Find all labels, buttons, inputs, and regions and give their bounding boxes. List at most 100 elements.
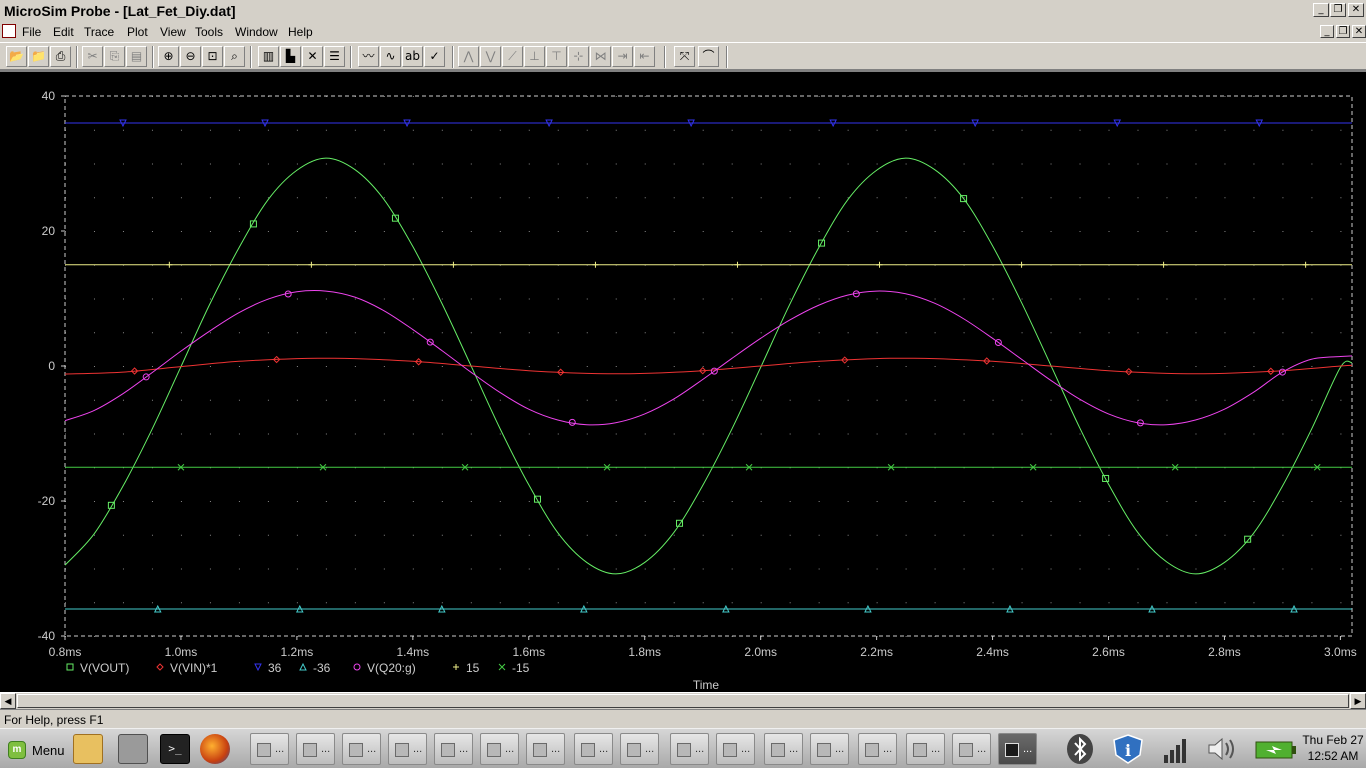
log-y-axis-icon[interactable]: ☰ [324, 46, 345, 67]
grid-dot [267, 129, 269, 131]
cursor-search-icon[interactable]: ⋈ [590, 46, 611, 67]
eval-goal-function-icon[interactable]: ∿ [380, 46, 401, 67]
grid-dot [1021, 501, 1023, 502]
scroll-left-icon[interactable]: ◀ [0, 693, 16, 709]
doc-restore-icon[interactable]: ❐ [1336, 25, 1350, 38]
grid-dot [934, 433, 936, 435]
grid-dot [731, 366, 733, 367]
volume-icon[interactable] [1205, 733, 1241, 765]
close-icon[interactable]: ✕ [1348, 3, 1364, 17]
zoom-out-icon[interactable]: ⊖ [180, 46, 201, 67]
grid-dot [992, 298, 994, 300]
append-file-icon[interactable]: 📁 [28, 46, 49, 67]
plot-window[interactable]: 40 20 0 -20 -40 0.8ms 1.0ms 1.2ms 1.4ms 1.6ms 1.8m… [0, 70, 1366, 692]
taskbar-window-button[interactable]: ... [620, 733, 659, 765]
cut-icon[interactable]: ✂ [82, 46, 103, 67]
waveform-plot[interactable]: 40 20 0 -20 -40 0.8ms 1.0ms 1.2ms 1.4ms 1.6ms 1.8m… [0, 72, 1366, 692]
mark-label-icon[interactable]: ✓ [424, 46, 445, 67]
menu-edit[interactable]: Edit [53, 25, 74, 39]
menu-help[interactable]: Help [288, 25, 313, 39]
clock[interactable]: Thu Feb 27 12:52 AM [1300, 732, 1366, 766]
battery-icon[interactable] [1254, 733, 1298, 765]
window-app-icon [677, 743, 691, 757]
taskbar-window-button[interactable]: ... [998, 733, 1037, 765]
taskbar-window-button[interactable]: ... [716, 733, 755, 765]
grid-dot [441, 332, 443, 334]
toggle-cursor-icon[interactable]: ⌒ [698, 46, 719, 67]
zoom-fit-icon[interactable]: ⌕ [224, 46, 245, 67]
menu-file[interactable]: File [22, 25, 41, 39]
doc-close-icon[interactable]: ✕ [1352, 25, 1366, 38]
taskbar-window-button[interactable]: ... [526, 733, 565, 765]
taskbar-window-button[interactable]: ... [670, 733, 709, 765]
cursor-peak-icon[interactable]: ⋀ [458, 46, 479, 67]
grid-dot [1050, 568, 1052, 570]
menu-view[interactable]: View [160, 25, 186, 39]
next-transition-icon[interactable]: ⇥ [612, 46, 633, 67]
paste-icon[interactable]: ▤ [126, 46, 147, 67]
log-x-axis-icon[interactable]: ▥ [258, 46, 279, 67]
menu-plot[interactable]: Plot [127, 25, 148, 39]
fourier-icon[interactable]: ▙ [280, 46, 301, 67]
taskbar-window-button[interactable]: ... [764, 733, 803, 765]
taskbar-window-button[interactable]: ... [810, 733, 849, 765]
grid-dot [1166, 399, 1168, 401]
data-point-marker [166, 261, 173, 268]
network-signal-icon[interactable] [1160, 733, 1196, 765]
restore-icon[interactable]: ❐ [1330, 3, 1346, 17]
horizontal-scrollbar[interactable]: ◀ ▶ [0, 692, 1366, 709]
taskbar-window-button[interactable]: ... [388, 733, 427, 765]
taskbar-window-button[interactable]: ... [574, 733, 613, 765]
scroll-thumb[interactable] [17, 694, 1349, 708]
menu-window[interactable]: Window [235, 25, 278, 39]
start-menu-button[interactable]: m Menu [2, 733, 68, 765]
taskbar-window-button[interactable]: ... [906, 733, 945, 765]
zoom-in-icon[interactable]: ⊕ [158, 46, 179, 67]
zoom-area-icon[interactable]: ⊡ [202, 46, 223, 67]
grid-dot [934, 501, 936, 502]
terminal-icon[interactable]: >_ [160, 734, 190, 764]
taskbar-window-button[interactable]: ... [858, 733, 897, 765]
menu-tools[interactable]: Tools [195, 25, 223, 39]
show-desktop-icon[interactable] [73, 734, 103, 764]
grid-dot [847, 366, 849, 367]
taskbar-window-button[interactable]: ... [434, 733, 473, 765]
copy-icon[interactable]: ⎘ [104, 46, 125, 67]
menu-trace[interactable]: Trace [84, 25, 114, 39]
doc-minimize-icon[interactable]: _ [1320, 25, 1334, 38]
taskbar-window-button[interactable]: ... [342, 733, 381, 765]
taskbar-window-button[interactable]: ... [480, 733, 519, 765]
previous-transition-icon[interactable]: ⇤ [634, 46, 655, 67]
taskbar-window-button[interactable]: ... [296, 733, 335, 765]
grid-dot [151, 197, 153, 199]
cursor-max-icon[interactable]: ⊤ [546, 46, 567, 67]
grid-dot [267, 231, 269, 232]
cursor-point-icon[interactable]: ⊹ [568, 46, 589, 67]
grid-dot [615, 501, 617, 502]
mark-data-points-icon[interactable]: ⤧ [674, 46, 695, 67]
probe-app-icon[interactable] [2, 24, 16, 38]
file-manager-icon[interactable] [118, 734, 148, 764]
plot-frame [64, 95, 1353, 637]
minimize-icon[interactable]: _ [1313, 3, 1329, 17]
grid-dot [1340, 399, 1342, 401]
taskbar-window-button[interactable]: ... [250, 733, 289, 765]
taskbar-window-button[interactable]: ... [952, 733, 991, 765]
info-shield-icon[interactable]: i [1110, 733, 1146, 765]
cursor-slope-icon[interactable]: ⟋ [502, 46, 523, 67]
cursor-min-icon[interactable]: ⊥ [524, 46, 545, 67]
grid-dot [789, 163, 791, 165]
cursor-trough-icon[interactable]: ⋁ [480, 46, 501, 67]
grid-dot [528, 602, 530, 604]
add-trace-icon[interactable]: 〰 [358, 46, 379, 67]
performance-analysis-icon[interactable]: ✕ [302, 46, 323, 67]
scroll-right-icon[interactable]: ▶ [1350, 693, 1366, 709]
grid-dot [760, 231, 762, 232]
bluetooth-icon[interactable] [1062, 733, 1098, 765]
grid-dot [325, 433, 327, 435]
grid-dot [1253, 129, 1255, 131]
print-icon[interactable]: ⎙ [50, 46, 71, 67]
text-label-icon[interactable]: ab [402, 46, 423, 67]
firefox-icon[interactable] [200, 734, 230, 764]
open-file-icon[interactable]: 📂 [6, 46, 27, 67]
